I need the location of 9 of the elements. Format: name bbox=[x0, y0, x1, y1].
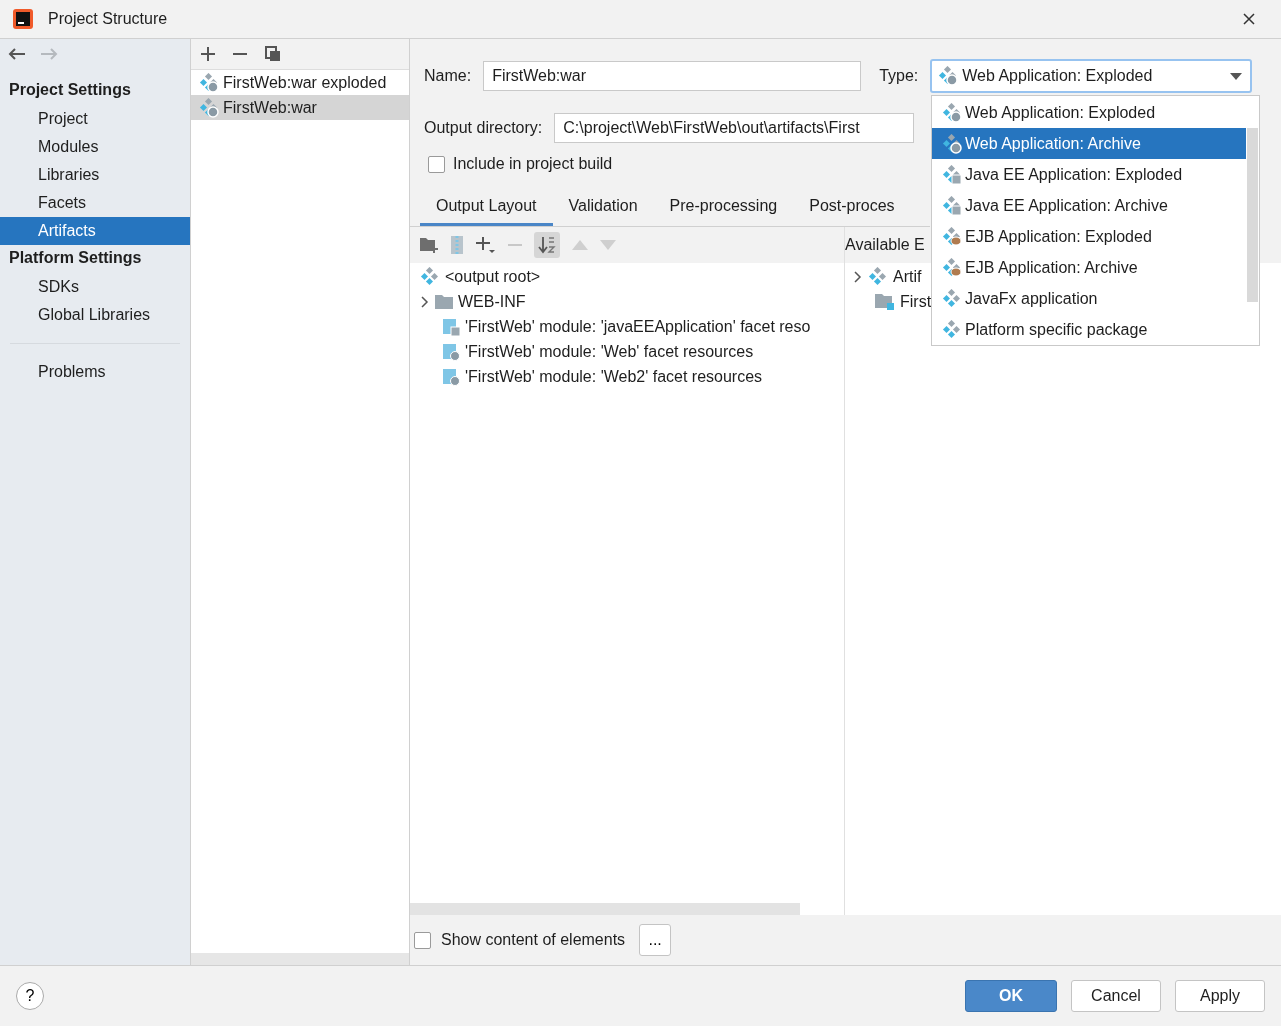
section-heading: Platform Settings bbox=[8, 248, 143, 268]
panel-heading: Available E bbox=[845, 236, 925, 254]
field-label: Output directory: bbox=[424, 119, 543, 137]
window-title: Project Structure bbox=[48, 10, 169, 28]
field-label: Name: bbox=[424, 67, 472, 85]
section-heading: Project Settings bbox=[8, 80, 132, 100]
checkbox-label: Show content of elements bbox=[441, 931, 626, 949]
checkbox-label: Include in project build bbox=[453, 155, 613, 173]
field-label: Type: bbox=[879, 67, 919, 85]
